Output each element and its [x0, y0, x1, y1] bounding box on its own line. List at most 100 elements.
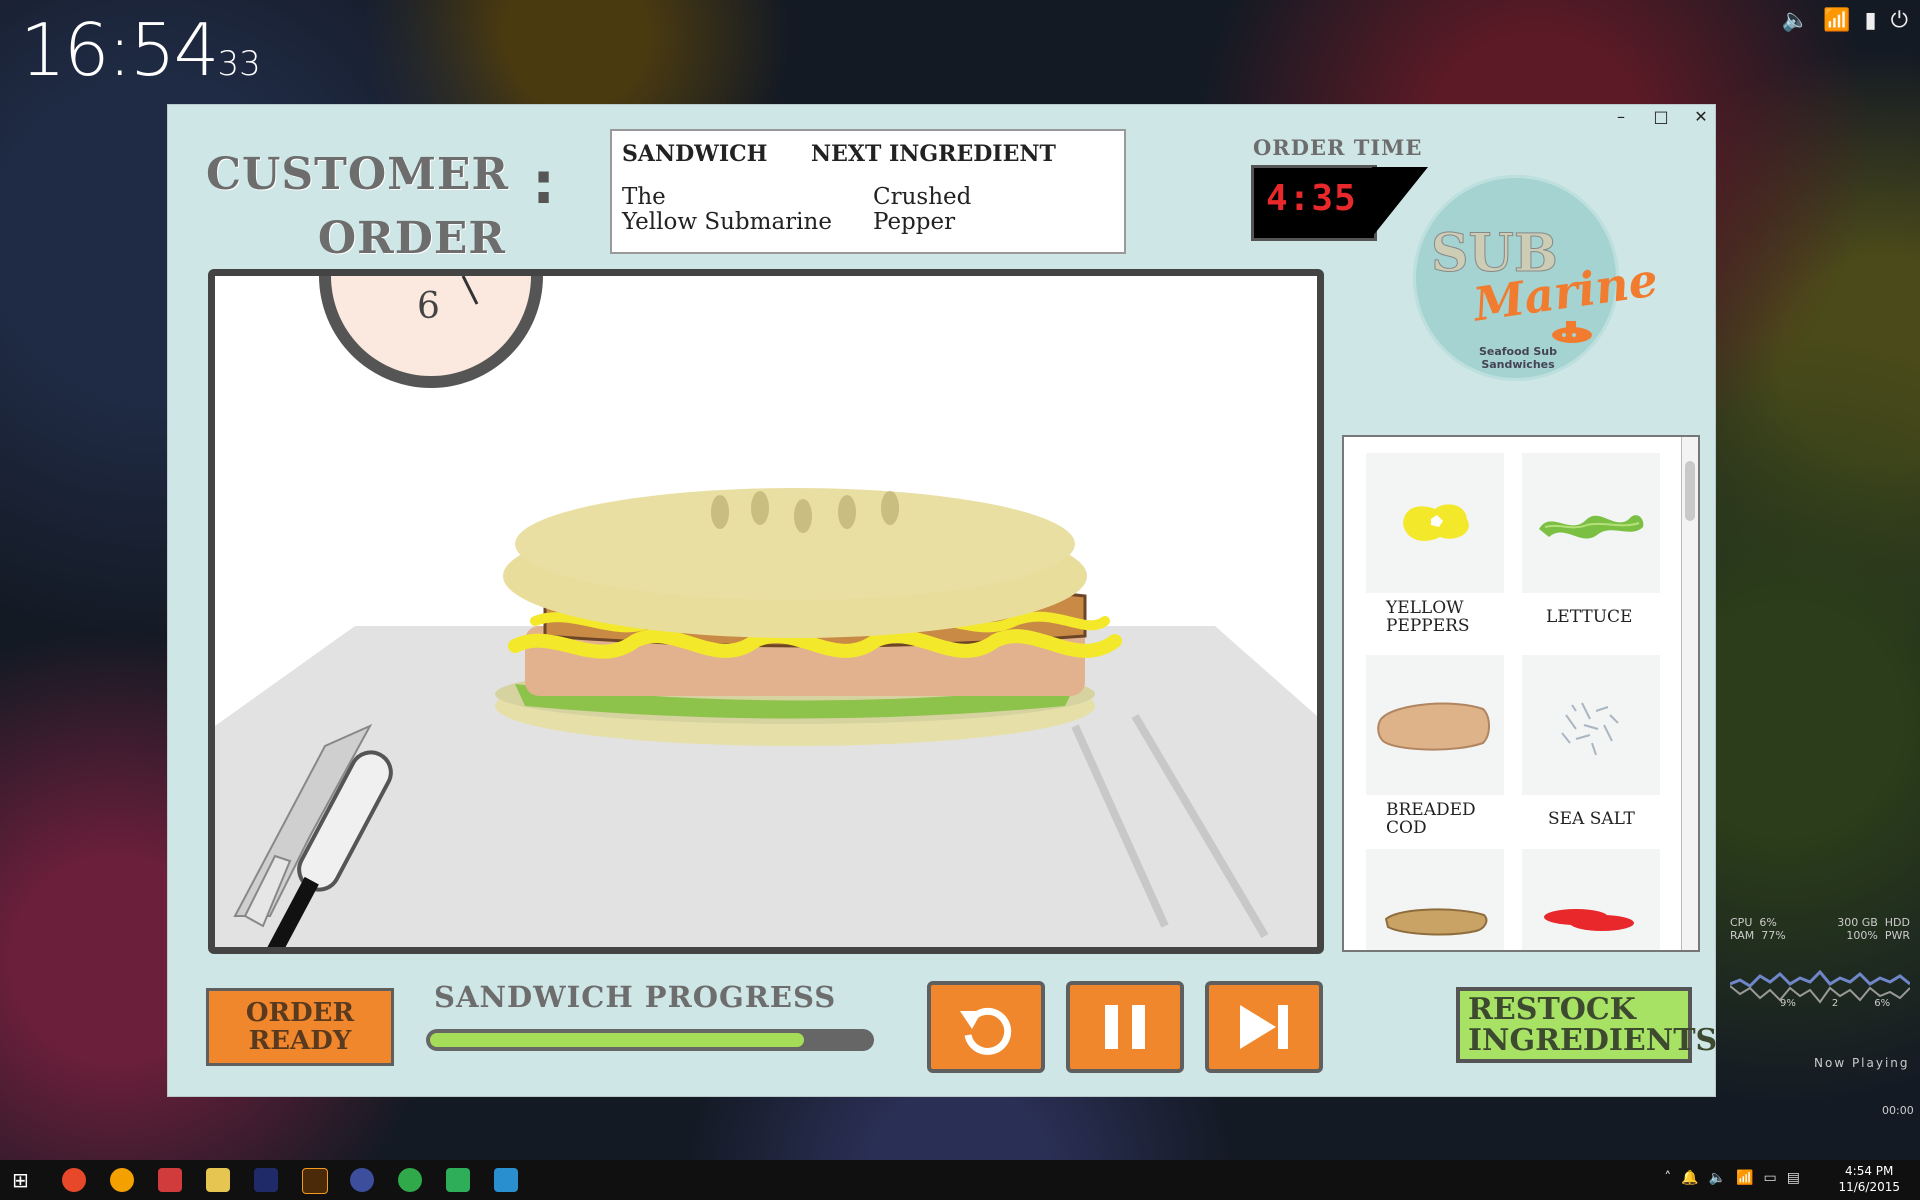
restock-line-1: RESTOCK [1468, 992, 1636, 1027]
ingredient-fried-fish[interactable] [1366, 849, 1504, 950]
ingredient-tile[interactable] [1366, 849, 1504, 950]
logo-tagline-line-1: Seafood Sub [1478, 345, 1558, 358]
desktop-clock: 16:5433 [20, 8, 261, 92]
wall-clock-number: 6 [417, 286, 440, 327]
pause-icon [1105, 1005, 1145, 1049]
chrome-icon[interactable] [62, 1168, 86, 1192]
pause-button[interactable] [1066, 981, 1184, 1073]
ingredient-scrollbar[interactable] [1681, 437, 1698, 950]
ingredient-panel[interactable]: YELLOW PEPPERS LETTUCE BREADED COD SEA S… [1342, 435, 1700, 952]
sandwich-progress-bar [426, 1029, 874, 1051]
system-monitor-gadget: CPU 6% 300 GB HDD RAM 77% 100% PWR 9% 2 … [1729, 916, 1911, 1017]
hdd-value: 300 GB [1837, 916, 1878, 929]
wifi-icon: 📶 [1823, 8, 1851, 33]
skip-forward-icon [1240, 1005, 1288, 1049]
notification-icon[interactable]: 🔔 [1681, 1170, 1698, 1186]
taskbar-clock[interactable]: 4:54 PM 11/6/2015 [1838, 1163, 1900, 1195]
sandwich-name: The Yellow Submarine [622, 185, 852, 235]
next-ingredient-line-1: Crushed [873, 184, 972, 210]
evernote-icon[interactable] [446, 1168, 470, 1192]
yellow-peppers-icon [1403, 504, 1469, 541]
battery-icon: ▮ [1864, 8, 1877, 33]
clock-seconds: 33 [217, 44, 261, 84]
ingredient-tile[interactable] [1522, 849, 1660, 950]
browser-icon[interactable] [350, 1168, 374, 1192]
photoshop-icon[interactable] [254, 1168, 278, 1192]
ingredient-label-line-2: PEPPERS [1386, 616, 1470, 636]
windows-start-icon[interactable]: ⊞ [12, 1168, 36, 1192]
hangouts-icon[interactable] [398, 1168, 422, 1192]
ingredient-tile[interactable] [1366, 655, 1504, 795]
submarine-logo: SUB Marine Seafood Sub Sandwiches [1413, 175, 1661, 381]
order-info-box: SANDWICH NEXT INGREDIENT The Yellow Subm… [610, 129, 1126, 254]
now-playing-label: Now Playing [1814, 1056, 1910, 1070]
ingredient-sea-salt[interactable]: SEA SALT [1522, 655, 1660, 828]
title-line-2: ORDER [317, 213, 506, 264]
sandwich-header: SANDWICH [622, 141, 768, 167]
ram-label: RAM [1730, 929, 1755, 942]
red-pepper-icon [1544, 909, 1634, 931]
cpu-value: 6% [1759, 916, 1777, 929]
logo-tagline: Seafood Sub Sandwiches [1443, 345, 1593, 371]
network-icon[interactable]: 📶 [1736, 1170, 1753, 1186]
pwr-label: PWR [1884, 929, 1910, 942]
sea-salt-icon [1561, 702, 1619, 756]
ingredient-lettuce[interactable]: LETTUCE [1522, 453, 1660, 626]
graph-right-value: 6% [1874, 998, 1891, 1009]
order-ready-line-2: READY [248, 1026, 352, 1056]
desktop-status-icons: 🔈 📶 ▮ ⏻ [1782, 8, 1908, 33]
ingredient-label: BREADED COD [1366, 801, 1504, 837]
sandwich-progress-label: SANDWICH PROGRESS [434, 980, 837, 1014]
next-ingredient-name: Crushed Pepper [873, 185, 1103, 235]
logo-tagline-line-2: Sandwiches [1481, 358, 1555, 371]
file-explorer-icon[interactable] [206, 1168, 230, 1192]
speaker-icon[interactable]: 🔈 [1709, 1170, 1726, 1186]
illustrator-icon[interactable] [302, 1168, 328, 1194]
ingredient-yellow-peppers[interactable]: YELLOW PEPPERS [1366, 453, 1504, 635]
skip-button[interactable] [1205, 981, 1323, 1073]
ingredient-label-line-1: SEA SALT [1548, 809, 1635, 829]
undo-button[interactable] [927, 981, 1045, 1073]
next-ingredient-line-2: Pepper [873, 209, 956, 235]
ingredient-label: LETTUCE [1522, 599, 1660, 626]
action-center-icon[interactable]: ▤ [1787, 1170, 1800, 1186]
undo-icon [960, 1007, 1012, 1055]
minimize-button[interactable]: – [1613, 107, 1629, 126]
headphones-icon[interactable] [110, 1168, 134, 1192]
sandwich-progress-fill [430, 1033, 804, 1047]
ingredient-scroll-thumb[interactable] [1685, 461, 1695, 521]
sandwich-name-line-1: The [622, 184, 666, 210]
ingredient-label-line-2: COD [1386, 818, 1427, 838]
graph-mid-value: 2 [1831, 998, 1839, 1009]
power-icon: ⏻ [1890, 8, 1908, 33]
ingredient-red-pepper[interactable] [1522, 849, 1660, 950]
ingredient-tile[interactable] [1366, 453, 1504, 593]
fried-fish-icon [1384, 908, 1488, 936]
order-timer-value: 4:35 [1266, 178, 1357, 219]
restock-ingredients-button[interactable]: RESTOCK INGREDIENTS [1456, 987, 1717, 1063]
sandwich-name-line-2: Yellow Submarine [622, 209, 832, 235]
app-window-icon[interactable] [494, 1168, 518, 1192]
ingredient-breaded-cod[interactable]: BREADED COD [1366, 655, 1504, 837]
scene-illustration: 6 [215, 276, 1317, 947]
ingredient-tile[interactable] [1522, 453, 1660, 593]
sandwich-scene: 6 [208, 269, 1324, 954]
breaded-cod-icon [1377, 702, 1490, 751]
chevron-up-icon[interactable]: ˄ [1664, 1170, 1671, 1186]
maximize-button[interactable]: □ [1653, 107, 1669, 126]
title-colon: : [532, 149, 556, 217]
bookmark-app-icon[interactable] [158, 1168, 182, 1192]
taskbar-time: 4:54 PM [1845, 1164, 1894, 1178]
taskbar: ⊞ ˄ 🔔 🔈 📶 ▭ ▤ 4:54 PM 11/6/2015 [0, 1160, 1920, 1200]
battery-tray-icon[interactable]: ▭ [1764, 1170, 1777, 1186]
pwr-value: 100% [1846, 929, 1878, 942]
now-playing-time: 00:00 [1882, 1104, 1914, 1117]
graph-left-value: 9% [1780, 998, 1796, 1009]
hdd-label: HDD [1884, 916, 1910, 929]
clock-hours-minutes: 16:54 [20, 8, 219, 92]
close-button[interactable]: ✕ [1693, 107, 1709, 126]
customer-order-title: CUSTOMER ORDER [206, 143, 508, 271]
ingredient-tile[interactable] [1522, 655, 1660, 795]
ingredient-label-line-1: LETTUCE [1546, 607, 1633, 627]
order-ready-button[interactable]: ORDER READY [206, 988, 394, 1066]
